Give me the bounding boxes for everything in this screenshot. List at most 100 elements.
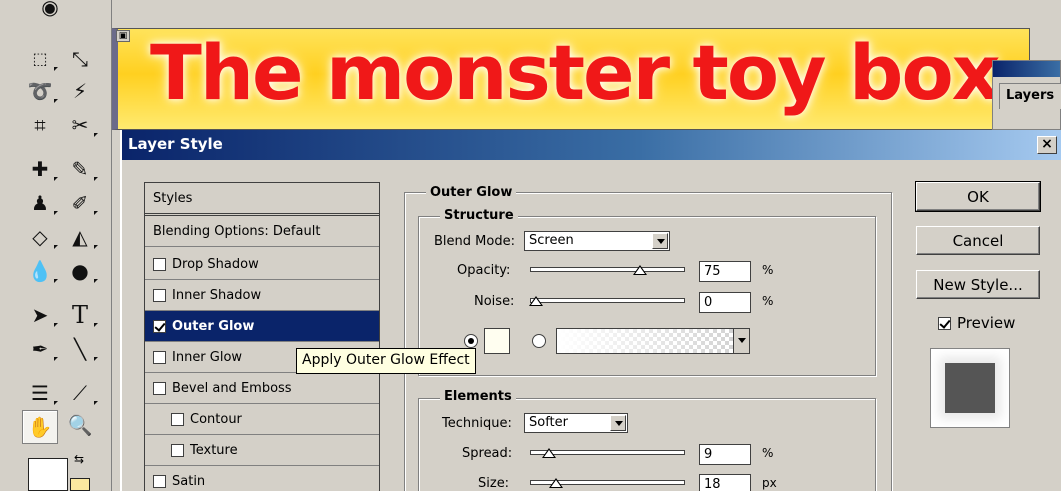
styles-list: Styles Blending Options: Default Drop Sh… [144, 182, 380, 491]
line-tool-icon[interactable]: ╲ [60, 334, 100, 364]
list-item-bevel-emboss[interactable]: Bevel and Emboss [145, 373, 379, 404]
opacity-label: Opacity: [457, 263, 511, 278]
noise-label: Noise: [474, 294, 515, 309]
outer-glow-label: Outer Glow [172, 318, 255, 334]
pen-tool-icon[interactable]: ✒ [20, 334, 60, 364]
preview-thumbnail [930, 348, 1010, 428]
structure-title: Structure [440, 208, 518, 223]
blend-mode-select[interactable]: Screen [524, 231, 670, 251]
paint-bucket-icon[interactable]: ◭ [60, 222, 100, 252]
noise-input[interactable]: 0 [699, 292, 751, 313]
styles-header-label: Styles [153, 190, 193, 206]
tab-layers[interactable]: Layers [999, 83, 1061, 109]
foreground-color-swatch[interactable] [28, 458, 68, 491]
spread-slider[interactable] [530, 448, 685, 458]
list-item-outer-glow[interactable]: Outer Glow [145, 311, 379, 342]
list-item-texture[interactable]: Texture [145, 435, 379, 466]
preview-checkbox-row[interactable]: Preview [938, 314, 1015, 332]
cancel-button[interactable]: Cancel [916, 226, 1040, 255]
outer-glow-checkbox[interactable] [153, 319, 166, 333]
ok-button[interactable]: OK [915, 181, 1041, 212]
inner-glow-label: Inner Glow [172, 349, 243, 365]
drop-shadow-label: Drop Shadow [172, 256, 259, 272]
list-item-blending-options[interactable]: Blending Options: Default [145, 216, 379, 247]
hand-tool-icon[interactable]: ✋ [22, 410, 58, 444]
opacity-slider[interactable] [530, 265, 685, 275]
technique-value: Softer [529, 415, 568, 430]
satin-checkbox[interactable] [153, 475, 166, 488]
lasso-tool-icon[interactable]: ➰ [20, 76, 60, 106]
list-item-drop-shadow[interactable]: Drop Shadow [145, 249, 379, 280]
opacity-slider-thumb[interactable] [633, 265, 647, 275]
background-color-swatch[interactable] [70, 478, 90, 491]
solid-color-radio[interactable] [464, 334, 478, 348]
gradient-radio[interactable] [532, 334, 546, 348]
texture-checkbox[interactable] [171, 443, 184, 457]
notes-tool-icon[interactable]: ☰ [20, 378, 60, 408]
dialog-title: Layer Style [128, 135, 223, 153]
glow-color-swatch[interactable] [484, 328, 510, 354]
slice-tool-icon[interactable]: ✂ [60, 110, 100, 140]
inner-shadow-label: Inner Shadow [172, 287, 262, 303]
marquee-tool-icon[interactable]: ⬚ [20, 44, 60, 74]
size-input[interactable]: 18 [699, 474, 751, 491]
technique-select[interactable]: Softer [524, 413, 628, 433]
path-select-icon[interactable]: ➤ [20, 300, 60, 330]
new-style-button[interactable]: New Style... [916, 270, 1040, 299]
list-item-satin[interactable]: Satin [145, 466, 379, 491]
size-unit: px [762, 476, 777, 490]
blur-tool-icon[interactable]: 💧 [20, 256, 60, 286]
magic-wand-icon[interactable]: ⚡ [60, 76, 100, 106]
dodge-tool-icon[interactable]: ● [60, 256, 100, 286]
tooltip: Apply Outer Glow Effect [296, 348, 476, 374]
swap-colors-icon[interactable]: ⇆ [74, 452, 84, 466]
blend-mode-label: Blend Mode: [434, 234, 515, 249]
type-tool-icon[interactable]: T [60, 300, 100, 330]
preview-checkbox[interactable] [938, 316, 951, 330]
opacity-unit: % [762, 263, 774, 277]
styles-list-header[interactable]: Styles [145, 183, 379, 216]
inner-shadow-checkbox[interactable] [153, 288, 166, 302]
size-slider[interactable] [530, 478, 685, 488]
move-tool-icon[interactable]: ⤡ [60, 44, 100, 74]
spread-unit: % [762, 446, 774, 460]
dialog-titlebar[interactable]: Layer Style × [122, 130, 1061, 160]
size-slider-thumb[interactable] [549, 478, 563, 488]
list-item-contour[interactable]: Contour [145, 404, 379, 435]
texture-label: Texture [190, 442, 238, 458]
zoom-tool-icon[interactable]: 🔍 [60, 410, 100, 440]
blend-mode-value: Screen [529, 233, 574, 248]
history-brush-icon[interactable]: ✐ [60, 188, 100, 218]
satin-label: Satin [172, 474, 206, 489]
healing-brush-icon[interactable]: ✚ [20, 154, 60, 184]
spread-slider-thumb[interactable] [542, 448, 556, 458]
canvas-headline-text: The monster toy box [150, 28, 1001, 117]
spread-label: Spread: [462, 446, 513, 461]
brush-tool-icon[interactable]: ✎ [60, 154, 100, 184]
noise-slider[interactable] [529, 296, 685, 306]
eyedropper-icon[interactable]: ⟋ [60, 378, 100, 408]
bevel-emboss-label: Bevel and Emboss [172, 380, 292, 396]
noise-unit: % [762, 294, 774, 308]
layers-palette-titlebar[interactable] [993, 61, 1060, 77]
spread-input[interactable]: 9 [699, 444, 751, 465]
close-icon: × [1041, 136, 1053, 152]
contour-checkbox[interactable] [171, 412, 184, 426]
bevel-emboss-checkbox[interactable] [153, 381, 166, 395]
gradient-picker[interactable] [556, 328, 750, 354]
technique-label: Technique: [442, 416, 512, 431]
inner-glow-checkbox[interactable] [153, 350, 166, 364]
eraser-tool-icon[interactable]: ◇ [20, 222, 60, 252]
layer-style-dialog: Layer Style × Styles Blending Options: D… [120, 130, 1061, 491]
close-button[interactable]: × [1037, 136, 1057, 154]
preview-label: Preview [957, 314, 1016, 332]
list-item-inner-shadow[interactable]: Inner Shadow [145, 280, 379, 311]
crop-tool-icon[interactable]: ⌗ [20, 110, 60, 140]
drop-shadow-checkbox[interactable] [153, 257, 166, 271]
noise-slider-thumb[interactable] [529, 296, 543, 306]
contour-label: Contour [190, 411, 242, 427]
blending-options-label: Blending Options: Default [153, 223, 321, 239]
eye-icon[interactable]: ◉ [30, 0, 70, 22]
opacity-input[interactable]: 75 [699, 261, 751, 282]
clone-stamp-icon[interactable]: ♟ [20, 188, 60, 218]
